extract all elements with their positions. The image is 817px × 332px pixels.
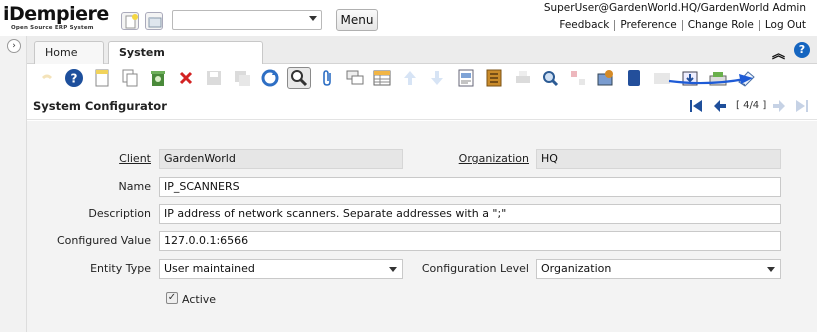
folder-icon[interactable] — [145, 12, 163, 30]
undo-icon[interactable] — [37, 68, 57, 88]
name-label: Name — [118, 180, 151, 193]
help-icon[interactable]: ? — [794, 42, 810, 58]
preference-link[interactable]: Preference — [615, 19, 681, 31]
next-record-icon[interactable] — [772, 99, 786, 113]
record-form: Client GardenWorld Organization HQ Name … — [27, 121, 817, 332]
expand-panel-icon[interactable]: › — [7, 39, 21, 53]
parent-record-icon[interactable] — [400, 68, 420, 88]
detail-record-icon[interactable] — [427, 68, 447, 88]
tab-home[interactable]: Home (13) — [34, 41, 104, 80]
chevron-down-icon[interactable] — [767, 267, 775, 272]
logo-text: iDempiere — [3, 3, 109, 25]
header-links: Feedback Preference Change Role Log Out — [554, 19, 811, 31]
window-tabbar: Home (13) System Configurator× ︽ ? — [27, 36, 817, 80]
archived-documents-icon[interactable] — [484, 68, 504, 88]
report-icon[interactable] — [456, 68, 476, 88]
active-label: Active — [182, 293, 217, 306]
tab-system-configurator[interactable]: System Configurator× — [108, 41, 263, 80]
copy-record-icon[interactable] — [120, 68, 140, 88]
description-field[interactable]: IP address of network scanners. Separate… — [159, 204, 781, 224]
arrow-annotation-icon — [668, 74, 753, 85]
app-header: iDempiere Open Source ERP System Menu Su… — [0, 0, 817, 36]
grid-toggle-icon[interactable] — [372, 68, 392, 88]
menu-button[interactable]: Menu — [336, 9, 378, 31]
first-record-icon[interactable] — [689, 99, 703, 113]
configured-value-field[interactable]: 127.0.0.1:6566 — [159, 231, 781, 251]
record-indicator: [ 4/4 ] — [736, 100, 767, 111]
client-field: GardenWorld — [159, 149, 403, 169]
attachment-icon[interactable] — [318, 68, 338, 88]
window-title-bar: System Configurator [ 4/4 ] — [27, 92, 817, 120]
collapse-up-icon[interactable]: ︽ — [772, 43, 785, 62]
entity-type-label: Entity Type — [90, 262, 151, 275]
description-label: Description — [88, 207, 151, 220]
active-checkbox[interactable]: ✓ — [166, 292, 178, 304]
last-record-icon[interactable] — [795, 99, 809, 113]
delete-record-icon[interactable] — [148, 68, 168, 88]
organization-field: HQ — [536, 149, 781, 169]
find-icon[interactable] — [287, 67, 311, 89]
delete-selected-icon[interactable] — [176, 68, 196, 88]
entity-type-value: User maintained — [164, 262, 255, 275]
zoom-across-icon[interactable] — [540, 68, 560, 88]
logo-subtext: Open Source ERP System — [11, 25, 94, 31]
idempiere-logo[interactable]: iDempiere Open Source ERP System — [3, 3, 111, 33]
menu-search-input[interactable] — [172, 10, 322, 30]
help-icon[interactable]: ? — [64, 68, 84, 88]
new-record-icon[interactable] — [92, 68, 112, 88]
save-icon[interactable] — [204, 68, 224, 88]
configuration-level-label: Configuration Level — [421, 262, 529, 275]
product-info-icon[interactable] — [624, 68, 644, 88]
name-field[interactable]: IP_SCANNERS — [159, 177, 781, 197]
entity-type-select[interactable]: User maintained — [159, 259, 403, 279]
new-document-icon[interactable] — [121, 12, 139, 30]
refresh-icon[interactable] — [260, 68, 280, 88]
chevron-down-icon[interactable] — [389, 267, 397, 272]
previous-record-icon[interactable] — [713, 99, 727, 113]
save-new-icon[interactable] — [232, 68, 252, 88]
window-toolbar: ? — [27, 64, 817, 92]
chevron-down-icon[interactable] — [309, 16, 317, 21]
chat-icon[interactable] — [345, 68, 365, 88]
window-title: System Configurator — [33, 99, 167, 113]
user-info: SuperUser@GardenWorld.HQ/GardenWorld Adm… — [543, 2, 806, 14]
organization-label[interactable]: Organization — [409, 152, 529, 165]
log-out-link[interactable]: Log Out — [760, 19, 811, 31]
west-panel-collapsed: › — [0, 36, 27, 332]
requests-icon[interactable] — [596, 68, 616, 88]
print-icon[interactable] — [513, 68, 533, 88]
client-label[interactable]: Client — [31, 152, 151, 165]
configuration-level-value: Organization — [541, 262, 612, 275]
configured-value-label: Configured Value — [57, 234, 151, 247]
configuration-level-select[interactable]: Organization — [536, 259, 781, 279]
feedback-link[interactable]: Feedback — [554, 19, 614, 31]
active-workflows-icon[interactable] — [568, 68, 588, 88]
svg-text:?: ? — [71, 72, 78, 86]
change-role-link[interactable]: Change Role — [683, 19, 759, 31]
